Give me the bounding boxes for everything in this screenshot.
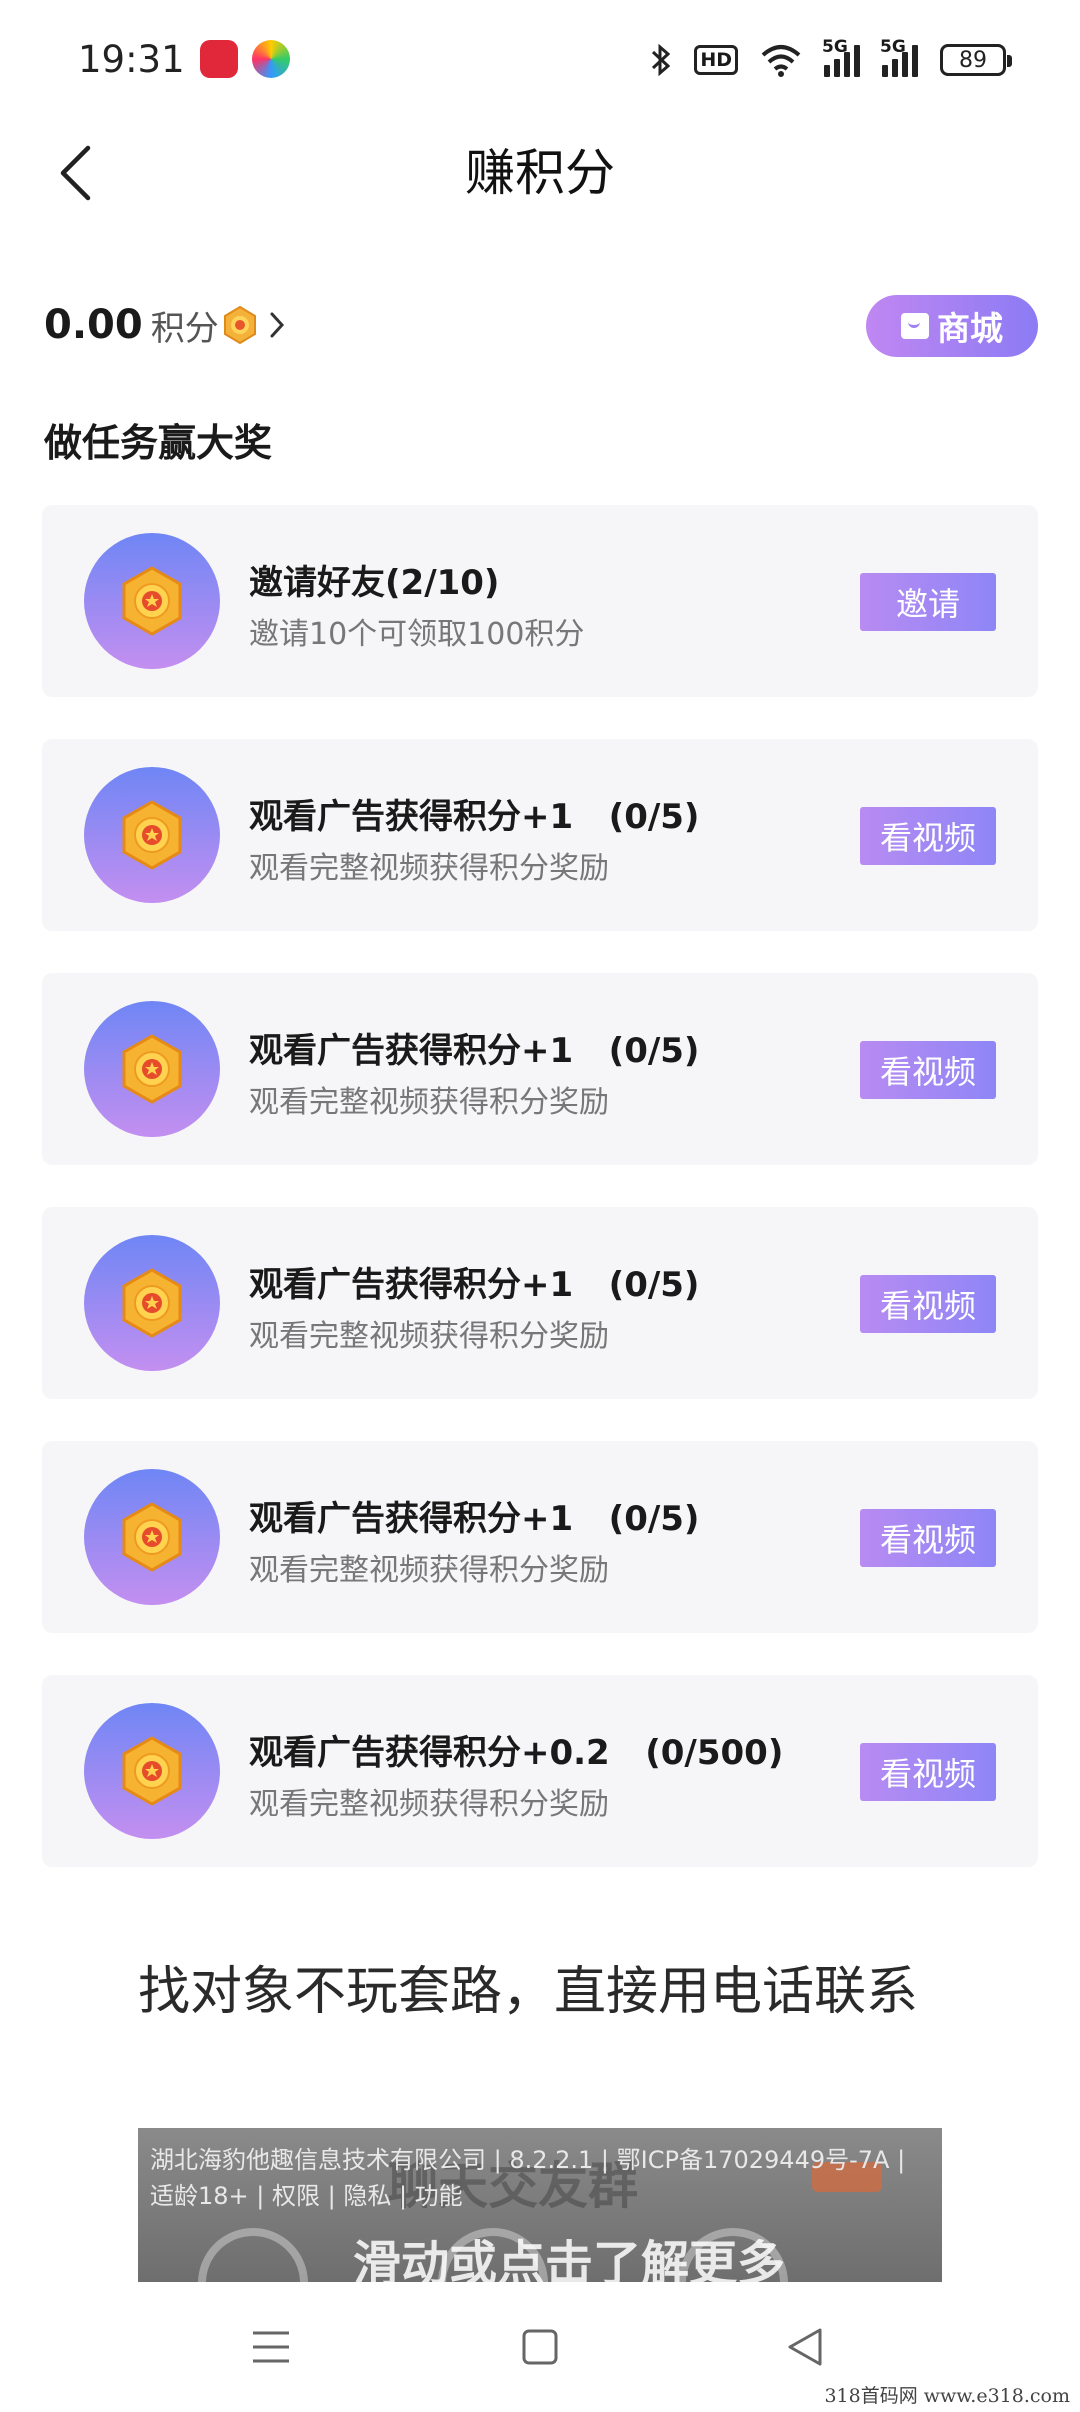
menu-icon (253, 2331, 289, 2363)
task-subtitle: 观看完整视频获得积分奖励 (249, 1553, 609, 1588)
section-title: 做任务赢大奖 (44, 421, 273, 465)
coin-icon (122, 1736, 182, 1806)
watch-video-button[interactable]: 看视频 (860, 1041, 996, 1099)
task-card: 观看广告获得积分+0.2 (0/500) 观看完整视频获得积分奖励 看视频 (42, 1675, 1038, 1867)
header: 赚积分 (0, 120, 1080, 230)
battery-level: 89 (959, 47, 987, 73)
status-icons: HD 5G 5G 89 (650, 37, 1012, 80)
task-list: 邀请好友(2/10) 邀请10个可领取100积分 邀请 观看广告获得积分+1 (… (42, 505, 1038, 1909)
points-value: 0.00 (44, 302, 143, 348)
navigation-bar: 318首码网 www.e318.com (0, 2282, 1080, 2412)
watch-video-button[interactable]: 看视频 (860, 1275, 996, 1333)
coin-icon (122, 1502, 182, 1572)
watermark: 318首码网 www.e318.com (824, 2385, 1070, 2407)
coin-icon (223, 306, 256, 344)
task-title: 邀请好友(2/10) (249, 563, 500, 603)
task-avatar (84, 767, 220, 903)
coin-icon (122, 566, 182, 636)
task-card: 观看广告获得积分+1 (0/5) 观看完整视频获得积分奖励 看视频 (42, 1207, 1038, 1399)
ad-title[interactable]: 找对象不玩套路，直接用电话联系 (138, 1955, 938, 2029)
coin-icon (122, 800, 182, 870)
shop-bag-icon (901, 313, 929, 339)
task-card: 观看广告获得积分+1 (0/5) 观看完整视频获得积分奖励 看视频 (42, 739, 1038, 931)
watch-video-button[interactable]: 看视频 (860, 1509, 996, 1567)
app-notification-icon (200, 40, 238, 78)
ad-banner[interactable]: 聊天交友群 湖北海豹他趣信息技术有限公司 | 8.2.2.1 | 鄂ICP备17… (138, 2128, 942, 2282)
back-triangle-icon (788, 2328, 822, 2366)
task-subtitle: 观看完整视频获得积分奖励 (249, 1787, 609, 1822)
home-icon (522, 2329, 558, 2365)
task-title: 观看广告获得积分+1 (0/5) (249, 1031, 700, 1071)
task-card: 观看广告获得积分+1 (0/5) 观看完整视频获得积分奖励 看视频 (42, 973, 1038, 1165)
mall-button[interactable]: 商城 (866, 295, 1038, 357)
home-button[interactable] (505, 2312, 575, 2382)
coin-icon (122, 1268, 182, 1338)
chevron-right-icon (270, 312, 284, 338)
task-card: 邀请好友(2/10) 邀请10个可领取100积分 邀请 (42, 505, 1038, 697)
coin-icon (122, 1034, 182, 1104)
task-title: 观看广告获得积分+0.2 (0/500) (249, 1733, 784, 1773)
app-colorful-icon (252, 40, 290, 78)
hd-icon: HD (694, 45, 738, 75)
task-subtitle: 观看完整视频获得积分奖励 (249, 1085, 609, 1120)
points-unit: 积分 (150, 308, 219, 349)
task-avatar (84, 1235, 220, 1371)
bluetooth-icon (652, 43, 671, 77)
network-label: 5G (880, 37, 906, 57)
task-title: 观看广告获得积分+1 (0/5) (249, 1265, 700, 1305)
mall-button-label: 商城 (937, 309, 1003, 348)
watch-video-button[interactable]: 看视频 (860, 1743, 996, 1801)
watch-video-button[interactable]: 看视频 (860, 807, 996, 865)
menu-button[interactable] (236, 2312, 306, 2382)
task-avatar (84, 1001, 220, 1137)
points-summary[interactable]: 0.00 积分 (44, 290, 285, 360)
page-title: 赚积分 (465, 144, 615, 202)
status-time: 19:31 (78, 38, 185, 81)
ad-company-info: 湖北海豹他趣信息技术有限公司 | 8.2.2.1 | 鄂ICP备17029449… (150, 2146, 906, 2210)
status-bar: 19:31 HD 5G 5G 89 (0, 0, 1080, 120)
task-title: 观看广告获得积分+1 (0/5) (249, 1499, 700, 1539)
task-subtitle: 邀请10个可领取100积分 (249, 617, 585, 652)
signal-icon: 5G (880, 37, 918, 77)
battery-icon: 89 (940, 44, 1012, 76)
task-avatar (84, 1703, 220, 1839)
ad-circle (198, 2228, 308, 2282)
task-subtitle: 观看完整视频获得积分奖励 (249, 1319, 609, 1354)
task-subtitle: 观看完整视频获得积分奖励 (249, 851, 609, 886)
task-title: 观看广告获得积分+1 (0/5) (249, 797, 700, 837)
ad-overlay-text: 滑动或点击了解更多 (353, 2236, 786, 2282)
wifi-icon (761, 45, 801, 77)
network-label: 5G (822, 37, 848, 57)
task-avatar (84, 1469, 220, 1605)
back-nav-button[interactable] (770, 2312, 840, 2382)
task-avatar (84, 533, 220, 669)
invite-button[interactable]: 邀请 (860, 573, 996, 631)
task-card: 观看广告获得积分+1 (0/5) 观看完整视频获得积分奖励 看视频 (42, 1441, 1038, 1633)
signal-icon: 5G (822, 37, 860, 77)
